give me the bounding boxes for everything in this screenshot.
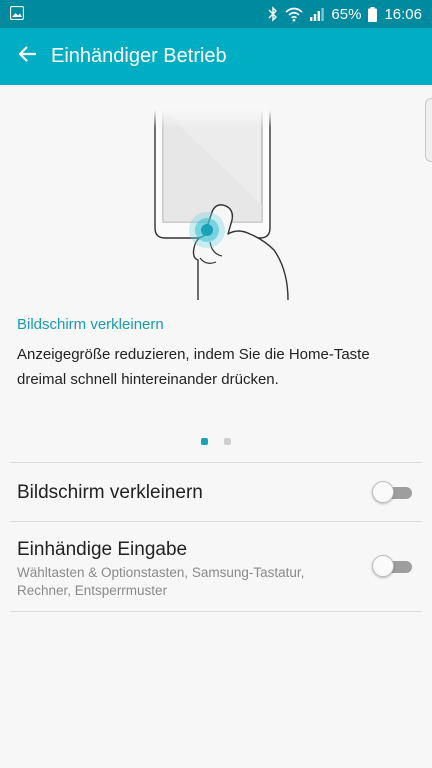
setting-row-reduce-screen[interactable]: Bildschirm verkleinern [0, 463, 432, 521]
status-bar: 65% 16:06 [0, 0, 432, 28]
one-handed-illustration [150, 109, 295, 301]
divider [10, 611, 422, 612]
page-title: Einhändiger Betrieb [51, 45, 227, 67]
edge-panel-handle[interactable] [425, 98, 432, 162]
arrow-back-icon [17, 44, 37, 69]
reduce-screen-toggle[interactable] [372, 481, 414, 505]
one-handed-input-toggle[interactable] [372, 555, 414, 579]
intro-heading: Bildschirm verkleinern [17, 316, 164, 333]
signal-icon [310, 7, 325, 21]
toggle-knob [372, 555, 394, 577]
wifi-icon [285, 7, 303, 22]
intro-description: Anzeigegröße reduzieren, indem Sie die H… [17, 346, 370, 388]
battery-icon [368, 6, 378, 22]
setting-title: Einhändige Eingabe [17, 539, 188, 560]
app-bar: Einhändiger Betrieb [0, 28, 432, 85]
setting-subtitle: Wähltasten & Optionstasten, Samsung-Tast… [17, 565, 305, 598]
bluetooth-icon [268, 6, 278, 22]
setting-row-one-handed-input[interactable]: Einhändige Eingabe Wähltasten & Optionst… [0, 522, 432, 611]
image-icon [9, 5, 25, 21]
page-dot-1[interactable] [201, 438, 208, 445]
toggle-knob [372, 481, 394, 503]
page-indicator [0, 438, 432, 445]
back-button[interactable] [8, 37, 46, 75]
battery-percent: 65% [331, 5, 362, 23]
clock: 16:06 [384, 5, 422, 23]
page-dot-2[interactable] [224, 438, 231, 445]
setting-title: Bildschirm verkleinern [17, 482, 203, 503]
